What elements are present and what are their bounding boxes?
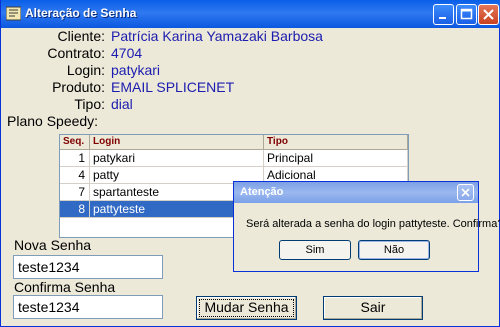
confirma-senha-label: Confirma Senha xyxy=(14,279,116,295)
minimize-button[interactable] xyxy=(433,4,454,25)
contrato-value: 4704 xyxy=(111,45,143,61)
close-icon xyxy=(461,188,470,197)
dialog-title-bar[interactable]: Atenção xyxy=(234,182,478,203)
confirma-senha-input[interactable] xyxy=(13,295,163,319)
cell-seq: 1 xyxy=(60,150,90,167)
app-icon xyxy=(5,6,22,21)
nova-senha-label: Nova Senha xyxy=(14,237,92,253)
minimize-icon xyxy=(439,17,446,19)
cell-seq: 4 xyxy=(60,167,90,184)
table-row[interactable]: 1 patykari Principal xyxy=(60,150,408,167)
dialog-message: Será alterada a senha do login pattytest… xyxy=(246,218,500,230)
tipo-label: Tipo: xyxy=(74,96,105,112)
main-window: Alteração de Senha Cliente: Patrícia Kar… xyxy=(0,0,500,327)
plano-speedy-label: Plano Speedy: xyxy=(7,113,99,129)
close-icon xyxy=(483,9,494,20)
title-bar[interactable]: Alteração de Senha xyxy=(1,0,500,28)
cliente-label: Cliente: xyxy=(57,28,105,44)
no-button[interactable]: Não xyxy=(358,240,430,260)
maximize-icon xyxy=(460,8,473,20)
cell-seq: 8 xyxy=(60,201,90,218)
contrato-label: Contrato: xyxy=(47,45,105,61)
column-header-tipo[interactable]: Tipo xyxy=(264,135,408,150)
maximize-button[interactable] xyxy=(456,4,477,25)
produto-value: EMAIL SPLICENET xyxy=(111,79,235,95)
window-title: Alteração de Senha xyxy=(25,6,137,20)
column-header-seq[interactable]: Seq. xyxy=(60,135,90,150)
dialog-title: Atenção xyxy=(240,186,284,198)
mudar-senha-button[interactable]: Mudar Senha xyxy=(196,296,297,320)
login-value: patykari xyxy=(111,62,161,78)
tipo-value: dial xyxy=(111,96,133,112)
cell-tipo: Principal xyxy=(264,150,408,167)
column-header-login[interactable]: Login xyxy=(90,135,264,150)
nova-senha-input[interactable] xyxy=(13,255,163,279)
sair-button[interactable]: Sair xyxy=(323,296,423,320)
cliente-value: Patrícia Karina Yamazaki Barbosa xyxy=(111,28,323,44)
produto-label: Produto: xyxy=(52,79,105,95)
login-label: Login: xyxy=(66,62,105,78)
cell-login: patykari xyxy=(90,150,264,167)
cell-seq: 7 xyxy=(60,184,90,201)
dialog-close-button[interactable] xyxy=(457,184,474,201)
close-button[interactable] xyxy=(478,4,499,25)
yes-button[interactable]: Sim xyxy=(279,240,351,260)
confirmation-dialog: Atenção Será alterada a senha do login p… xyxy=(233,181,500,272)
